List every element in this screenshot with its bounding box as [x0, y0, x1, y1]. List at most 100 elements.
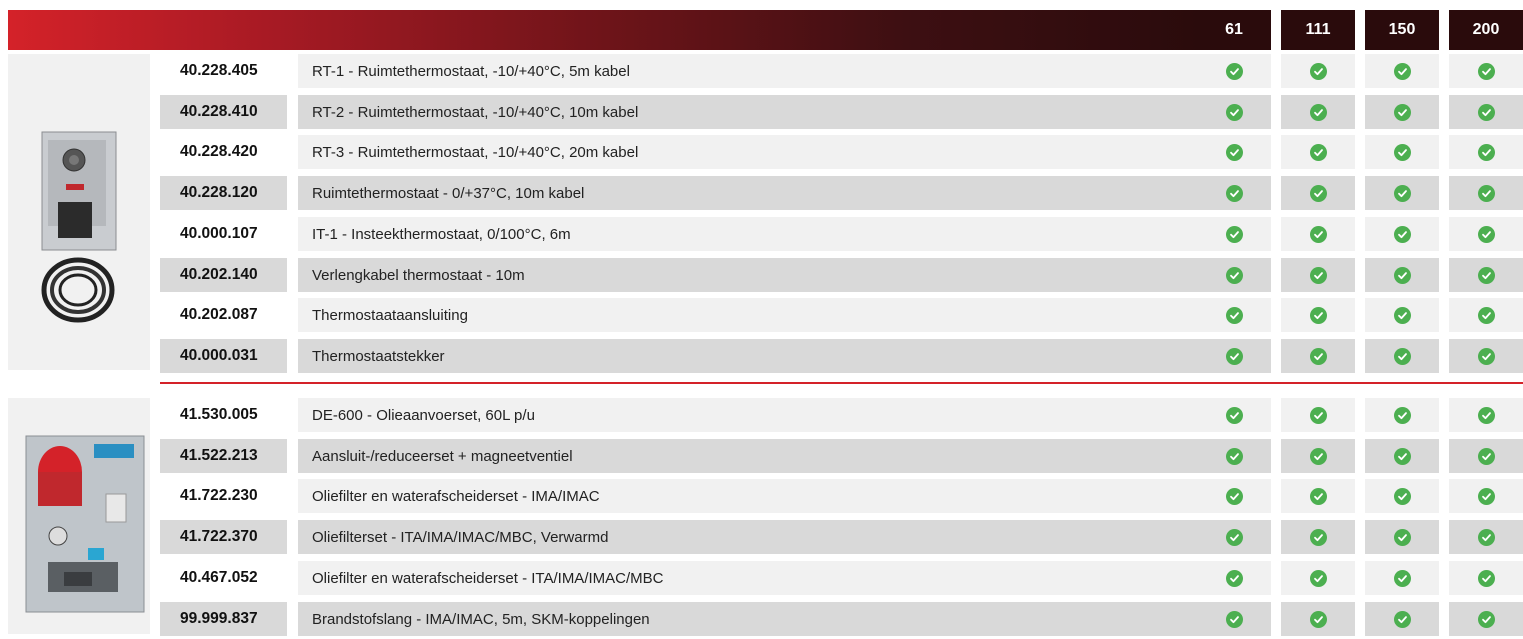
compat-cell-200 — [1449, 135, 1523, 169]
part-description: RT-1 - Ruimtethermostaat, -10/+40°C, 5m … — [298, 54, 1203, 88]
check-circle-icon — [1477, 266, 1495, 284]
compat-cell-200 — [1449, 54, 1523, 88]
section-divider — [160, 382, 1523, 384]
check-circle-icon — [1309, 103, 1327, 121]
compat-cell-61 — [1197, 479, 1271, 513]
part-number: 41.722.230 — [160, 479, 287, 513]
oil-supply-product-image — [8, 398, 150, 634]
compat-cell-61 — [1197, 439, 1271, 473]
compat-cell-61 — [1197, 298, 1271, 332]
part-number: 40.202.087 — [160, 298, 287, 332]
compat-cell-200 — [1449, 95, 1523, 129]
check-circle-icon — [1393, 266, 1411, 284]
part-description: Oliefilter en waterafscheiderset - IMA/I… — [298, 479, 1203, 513]
check-circle-icon — [1393, 447, 1411, 465]
check-circle-icon — [1309, 143, 1327, 161]
check-circle-icon — [1477, 62, 1495, 80]
part-description: Brandstofslang - IMA/IMAC, 5m, SKM-koppe… — [298, 602, 1203, 636]
check-circle-icon — [1309, 62, 1327, 80]
compat-cell-150 — [1365, 602, 1439, 636]
part-number: 40.228.420 — [160, 135, 287, 169]
compat-cell-150 — [1365, 479, 1439, 513]
check-circle-icon — [1477, 610, 1495, 628]
check-circle-icon — [1477, 347, 1495, 365]
compat-cell-111 — [1281, 95, 1355, 129]
compat-cell-150 — [1365, 439, 1439, 473]
check-circle-icon — [1393, 347, 1411, 365]
part-description: Ruimtethermostaat - 0/+37°C, 10m kabel — [298, 176, 1203, 210]
compat-cell-61 — [1197, 602, 1271, 636]
check-circle-icon — [1309, 528, 1327, 546]
compat-cell-111 — [1281, 479, 1355, 513]
compat-cell-61 — [1197, 95, 1271, 129]
compat-cell-111 — [1281, 520, 1355, 554]
part-description: Verlengkabel thermostaat - 10m — [298, 258, 1203, 292]
check-circle-icon — [1225, 306, 1243, 324]
part-number: 40.228.410 — [160, 95, 287, 129]
part-number: 41.722.370 — [160, 520, 287, 554]
check-circle-icon — [1225, 347, 1243, 365]
check-circle-icon — [1393, 487, 1411, 505]
part-description: DE-600 - Olieaanvoerset, 60L p/u — [298, 398, 1203, 432]
compat-cell-150 — [1365, 398, 1439, 432]
compat-cell-150 — [1365, 95, 1439, 129]
check-circle-icon — [1309, 306, 1327, 324]
compat-cell-111 — [1281, 135, 1355, 169]
part-number: 40.000.107 — [160, 217, 287, 251]
check-circle-icon — [1477, 225, 1495, 243]
check-circle-icon — [1393, 143, 1411, 161]
compat-cell-150 — [1365, 54, 1439, 88]
compat-cell-61 — [1197, 176, 1271, 210]
column-header-150: 150 — [1365, 10, 1439, 50]
compat-cell-200 — [1449, 602, 1523, 636]
compat-cell-200 — [1449, 479, 1523, 513]
check-circle-icon — [1309, 184, 1327, 202]
compat-cell-111 — [1281, 339, 1355, 373]
compat-cell-200 — [1449, 398, 1523, 432]
part-description: IT-1 - Insteekthermostaat, 0/100°C, 6m — [298, 217, 1203, 251]
thermostat-product-image — [8, 54, 150, 370]
compat-cell-61 — [1197, 54, 1271, 88]
compat-cell-200 — [1449, 258, 1523, 292]
compat-cell-111 — [1281, 176, 1355, 210]
oil-supply-illustration — [25, 435, 145, 613]
part-description: Oliefilterset - ITA/IMA/IMAC/MBC, Verwar… — [298, 520, 1203, 554]
compat-cell-111 — [1281, 217, 1355, 251]
table-header-bar — [8, 10, 1203, 50]
compat-cell-111 — [1281, 258, 1355, 292]
part-number: 40.228.120 — [160, 176, 287, 210]
column-header-200: 200 — [1449, 10, 1523, 50]
compat-cell-200 — [1449, 520, 1523, 554]
compat-cell-200 — [1449, 298, 1523, 332]
check-circle-icon — [1477, 406, 1495, 424]
compat-cell-111 — [1281, 602, 1355, 636]
compat-cell-111 — [1281, 398, 1355, 432]
compat-cell-111 — [1281, 298, 1355, 332]
check-circle-icon — [1477, 143, 1495, 161]
compat-cell-200 — [1449, 217, 1523, 251]
check-circle-icon — [1393, 610, 1411, 628]
check-circle-icon — [1393, 406, 1411, 424]
check-circle-icon — [1309, 347, 1327, 365]
compat-cell-61 — [1197, 217, 1271, 251]
part-description: Thermostaataansluiting — [298, 298, 1203, 332]
compat-cell-150 — [1365, 339, 1439, 373]
check-circle-icon — [1309, 225, 1327, 243]
compat-cell-150 — [1365, 561, 1439, 595]
compat-cell-150 — [1365, 520, 1439, 554]
check-circle-icon — [1225, 447, 1243, 465]
part-number: 41.530.005 — [160, 398, 287, 432]
compat-cell-150 — [1365, 298, 1439, 332]
compat-cell-61 — [1197, 398, 1271, 432]
check-circle-icon — [1393, 569, 1411, 587]
compat-cell-61 — [1197, 561, 1271, 595]
check-circle-icon — [1225, 266, 1243, 284]
compat-cell-200 — [1449, 561, 1523, 595]
part-number: 99.999.837 — [160, 602, 287, 636]
part-number: 40.000.031 — [160, 339, 287, 373]
check-circle-icon — [1477, 103, 1495, 121]
check-circle-icon — [1225, 62, 1243, 80]
check-circle-icon — [1477, 184, 1495, 202]
part-description: RT-3 - Ruimtethermostaat, -10/+40°C, 20m… — [298, 135, 1203, 169]
check-circle-icon — [1393, 528, 1411, 546]
